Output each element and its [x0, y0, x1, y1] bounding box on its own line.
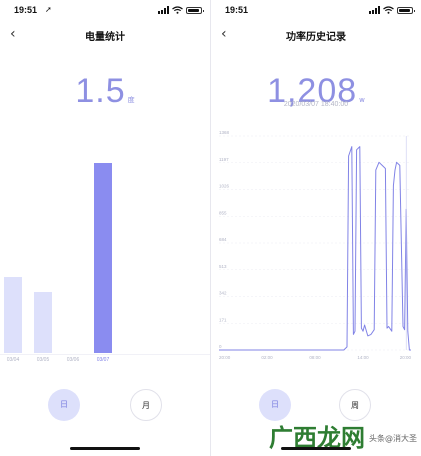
- y-tick-label: 1026: [219, 184, 230, 189]
- y-tick-label: 1197: [219, 157, 229, 162]
- right-screen: 19:51 ‹ 功率历史记录 1,208 w 2020/03/07 18:40:0…: [211, 0, 421, 456]
- power-line-chart: 1368 1197 1026 855 684 513 342 171 0 20:00 02:00 08…: [219, 130, 412, 360]
- y-tick-label: 342: [219, 291, 227, 296]
- page-title: 电量统计: [85, 32, 125, 43]
- x-tick-label: 03/07: [96, 357, 110, 363]
- navbar: ‹ 电量统计: [0, 26, 210, 44]
- wifi-icon: [172, 6, 183, 14]
- bar-03-04[interactable]: [4, 277, 22, 353]
- status-bar: 19:51: [211, 5, 421, 19]
- energy-unit: 度: [127, 96, 135, 104]
- energy-value: 1.5: [75, 72, 126, 110]
- y-tick-label: 1368: [219, 130, 230, 135]
- x-tick-label: 20:00: [400, 355, 412, 360]
- cellular-signal-icon: [369, 6, 380, 14]
- location-arrow-icon: ➚: [45, 5, 52, 14]
- home-indicator: [70, 447, 140, 450]
- y-tick-label: 855: [219, 210, 227, 215]
- left-screen: 19:51 ➚ ‹ 电量统计 1.5 度 03/04 03/05 03/06 03/07…: [0, 0, 210, 456]
- y-tick-label: 684: [219, 237, 227, 242]
- y-tick-label: 513: [219, 264, 227, 269]
- chart-baseline: [0, 354, 210, 355]
- y-tick-label: 171: [219, 317, 227, 322]
- home-indicator: [281, 447, 351, 450]
- total-energy: 1.5 度: [0, 72, 210, 111]
- x-tick-label: 03/04: [6, 357, 20, 363]
- bar-03-05[interactable]: [34, 292, 52, 353]
- cellular-signal-icon: [158, 6, 169, 14]
- x-tick-label: 20:00: [219, 355, 231, 360]
- watermark-subtitle: 头条@消大圣: [369, 433, 417, 443]
- x-tick-label: 03/06: [66, 357, 80, 363]
- y-tick-label: 0: [219, 344, 222, 349]
- x-tick-label: 03/05: [36, 357, 50, 363]
- page-title: 功率历史记录: [286, 32, 346, 43]
- status-time: 19:51: [14, 5, 38, 15]
- month-button[interactable]: 月: [130, 389, 162, 421]
- power-series-line: [219, 146, 411, 351]
- bar-03-07[interactable]: [94, 163, 112, 353]
- battery-icon: [397, 6, 415, 14]
- x-tick-label: 02:00: [261, 355, 273, 360]
- navbar: ‹ 功率历史记录: [211, 26, 421, 44]
- day-button[interactable]: 日: [48, 389, 80, 421]
- status-bar: 19:51 ➚: [0, 5, 210, 19]
- x-tick-label: 08:00: [309, 355, 321, 360]
- power-timestamp: 2020/03/07 18:40:00: [283, 101, 349, 108]
- status-time: 19:51: [225, 5, 249, 15]
- week-button[interactable]: 周: [339, 389, 371, 421]
- wifi-icon: [383, 6, 394, 14]
- x-tick-label: 14:00: [357, 355, 369, 360]
- day-button[interactable]: 日: [259, 389, 291, 421]
- energy-bar-chart: 03/04 03/05 03/06 03/07: [0, 140, 210, 365]
- battery-icon: [186, 6, 204, 14]
